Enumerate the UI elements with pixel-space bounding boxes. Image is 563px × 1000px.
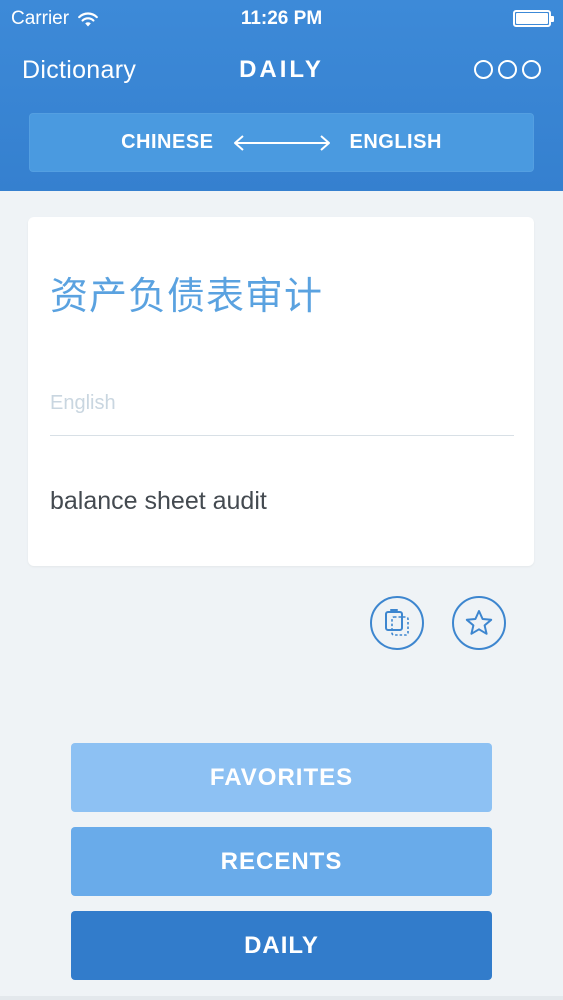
bottom-edge <box>0 996 563 1000</box>
source-language: CHINESE <box>121 131 214 153</box>
more-dot <box>498 60 517 79</box>
language-switch-button[interactable]: CHINESE ENGLISH <box>29 113 534 172</box>
nav-bar: Dictionary DAILY <box>0 48 563 92</box>
daily-button[interactable]: DAILY <box>71 911 492 980</box>
copy-button[interactable] <box>370 596 424 650</box>
source-text: 资产负债表审计 <box>50 274 324 318</box>
target-language-label: English <box>50 392 116 414</box>
favorites-button[interactable]: FAVORITES <box>71 743 492 812</box>
more-dot <box>474 60 493 79</box>
star-icon <box>465 610 493 635</box>
translation-card: 资产负债表审计 English balance sheet audit <box>28 217 534 566</box>
battery-level <box>516 13 548 24</box>
battery-icon <box>513 10 554 27</box>
more-icon[interactable] <box>474 60 541 79</box>
copy-icon <box>385 609 409 636</box>
recents-button[interactable]: RECENTS <box>71 827 492 896</box>
header: Carrier 11:26 PM Dictionary DAILY CHINES… <box>0 0 563 191</box>
battery-nub <box>551 16 554 22</box>
divider <box>50 435 514 436</box>
favorite-button[interactable] <box>452 596 506 650</box>
status-bar: Carrier 11:26 PM <box>0 0 563 40</box>
translation-text: balance sheet audit <box>50 487 267 515</box>
more-dot <box>522 60 541 79</box>
status-time: 11:26 PM <box>240 8 323 29</box>
target-language: ENGLISH <box>349 131 442 153</box>
swap-arrows-icon <box>233 134 330 151</box>
